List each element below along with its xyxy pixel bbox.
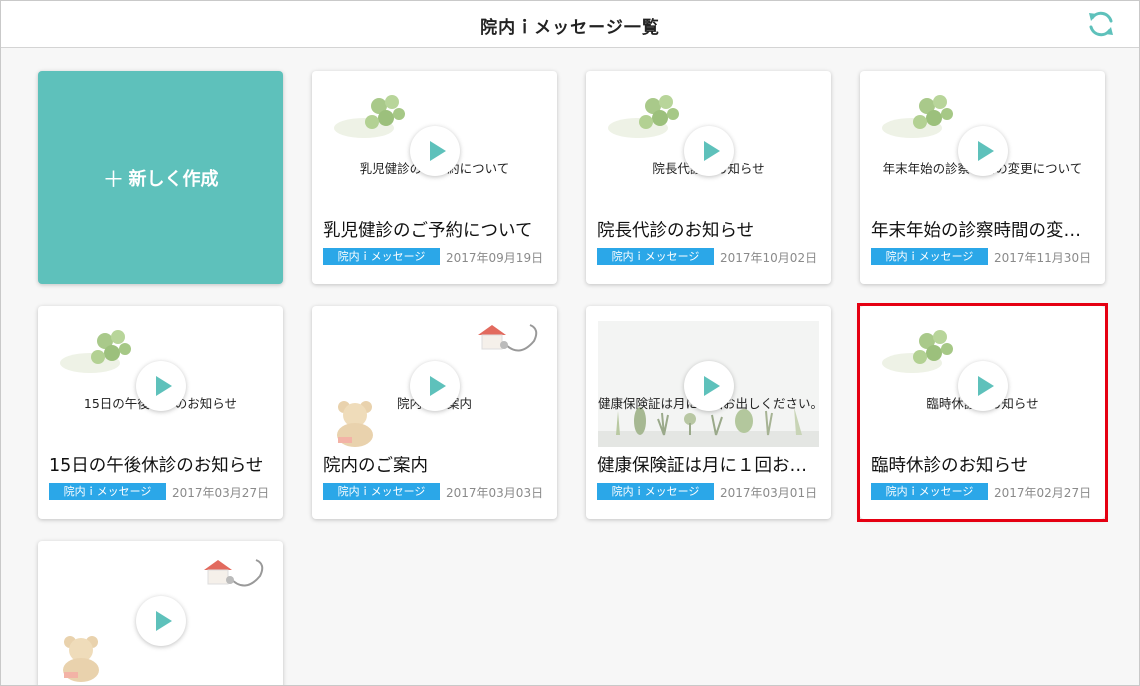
category-badge: 院内ｉメッセージ (871, 248, 988, 265)
card-title: 院内のご案内 (323, 456, 428, 476)
house-stethoscope-icon (204, 559, 264, 587)
house-stethoscope-icon (478, 324, 538, 352)
play-icon[interactable] (136, 596, 186, 646)
message-card[interactable]: 院長代診のお知らせ 院長代診のお知らせ 院内ｉメッセージ 2017年10月02日 (586, 71, 831, 284)
card-date: 2017年09月19日 (446, 251, 544, 265)
card-thumbnail: 健康保険証は月に１回お出しください。 (598, 321, 819, 447)
clover-icon (882, 95, 953, 138)
card-title: 15日の午後休診のお知らせ (49, 456, 264, 476)
message-card[interactable]: 院内のご案内 院内のご案内 院内ｉメッセージ 2017年03月03日 (312, 306, 557, 519)
clover-icon (882, 330, 953, 373)
card-thumbnail: 院内のご案内 (324, 321, 545, 447)
plus-icon: ＋ (102, 167, 125, 193)
play-icon[interactable] (958, 126, 1008, 176)
app-frame: 院内ｉメッセージ一覧 ＋ 新しく作成 乳児健診のご予約について 院内ｉメッセージ… (0, 0, 1140, 686)
play-icon[interactable] (136, 361, 186, 411)
card-title: 院長代診のお知らせ (597, 221, 755, 241)
category-badge: 院内ｉメッセージ (323, 248, 440, 265)
category-badge: 院内ｉメッセージ (597, 483, 714, 500)
play-icon[interactable] (410, 361, 460, 411)
card-thumbnail: 臨時休診のお知らせ (872, 321, 1093, 447)
play-icon[interactable] (684, 361, 734, 411)
message-card[interactable]: 乳児健診のご予約について 乳児健診のご予約について 院内ｉメッセージ 2017年… (312, 71, 557, 284)
card-thumbnail: 院長代診のお知らせ (598, 86, 819, 212)
page-title: 院内ｉメッセージ一覧 (480, 18, 660, 38)
category-badge: 院内ｉメッセージ (871, 483, 988, 500)
refresh-icon[interactable] (1085, 8, 1117, 40)
category-badge: 院内ｉメッセージ (597, 248, 714, 265)
card-title: 年末年始の診察時間の変… (871, 221, 1081, 241)
card-title: 健康保険証は月に１回お… (597, 456, 807, 476)
play-icon[interactable] (684, 126, 734, 176)
clover-icon (60, 330, 131, 373)
card-thumbnail: 乳児健診のご予約について (324, 86, 545, 212)
card-date: 2017年02月27日 (994, 486, 1092, 500)
message-card[interactable] (38, 541, 283, 685)
message-card[interactable]: 健康保険証は月に１回お出しください。 健康保険証は月に１回お… 院内ｉメッセージ… (586, 306, 831, 519)
create-new-label: 新しく作成 (128, 168, 219, 190)
card-thumbnail: 15日の午後休診のお知らせ (50, 321, 271, 447)
clover-icon (334, 95, 405, 138)
play-icon[interactable] (958, 361, 1008, 411)
card-date: 2017年10月02日 (720, 251, 818, 265)
card-date: 2017年03月03日 (446, 486, 544, 500)
category-badge: 院内ｉメッセージ (49, 483, 166, 500)
category-badge: 院内ｉメッセージ (323, 483, 440, 500)
card-title: 臨時休診のお知らせ (871, 456, 1029, 476)
card-title: 乳児健診のご予約について (323, 221, 533, 241)
card-thumbnail (50, 556, 271, 682)
teddy-bear-icon (63, 636, 99, 682)
header-bar: 院内ｉメッセージ一覧 (1, 1, 1139, 48)
message-card-selected[interactable]: 臨時休診のお知らせ 臨時休診のお知らせ 院内ｉメッセージ 2017年02月27日 (860, 306, 1105, 519)
message-card[interactable]: 15日の午後休診のお知らせ 15日の午後休診のお知らせ 院内ｉメッセージ 201… (38, 306, 283, 519)
card-date: 2017年03月27日 (172, 486, 270, 500)
create-new-button[interactable]: ＋ 新しく作成 (38, 71, 283, 284)
card-thumbnail: 年末年始の診察時間の変更について (872, 86, 1093, 212)
message-card[interactable]: 年末年始の診察時間の変更について 年末年始の診察時間の変… 院内ｉメッセージ 2… (860, 71, 1105, 284)
card-date: 2017年03月01日 (720, 486, 818, 500)
play-icon[interactable] (410, 126, 460, 176)
card-date: 2017年11月30日 (994, 251, 1092, 265)
clover-icon (608, 95, 679, 138)
